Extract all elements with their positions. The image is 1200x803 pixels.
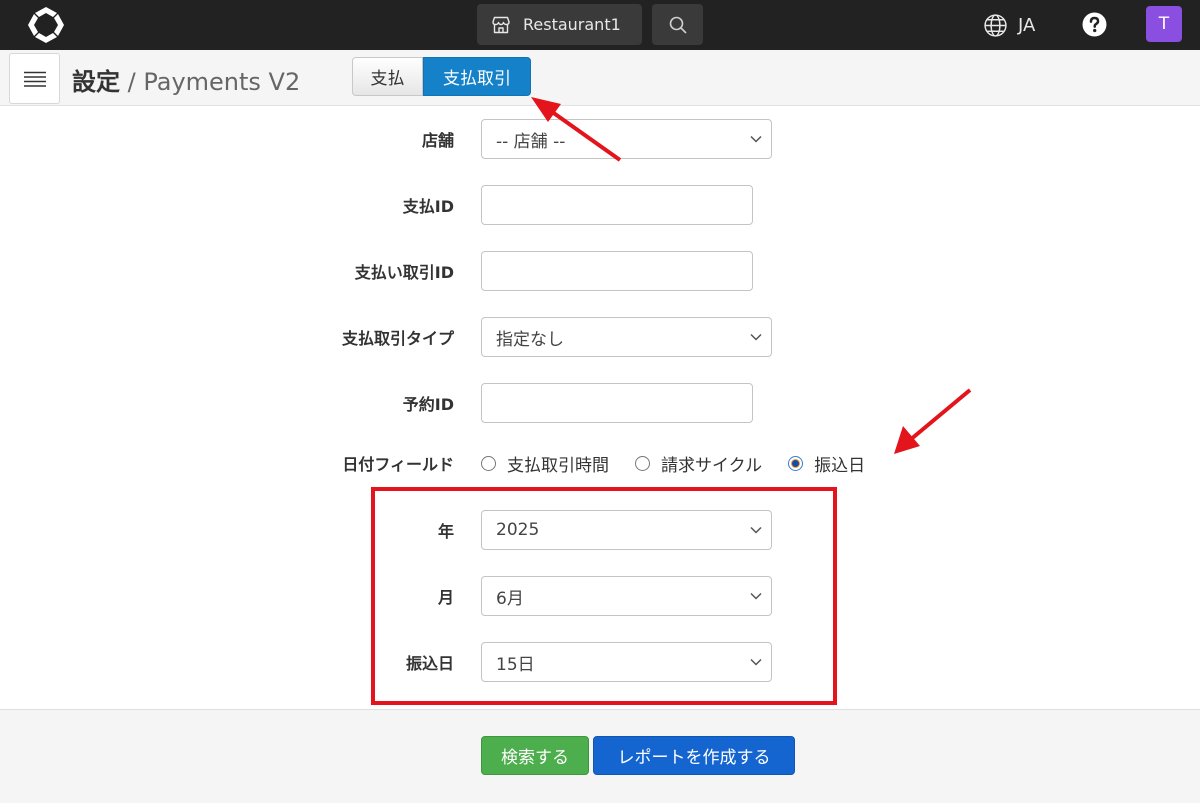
page-tabs: 支払 支払取引 bbox=[352, 57, 531, 96]
annotation-highlight-box bbox=[371, 487, 837, 705]
transaction-type-select[interactable]: 指定なし bbox=[481, 317, 772, 357]
top-navbar: Restaurant1 JA T bbox=[0, 0, 1200, 50]
tab-payments[interactable]: 支払 bbox=[352, 57, 423, 96]
radio-button[interactable] bbox=[635, 455, 650, 471]
search-icon bbox=[669, 16, 687, 34]
radio-billing-cycle[interactable]: 請求サイクル bbox=[635, 451, 762, 476]
language-selector[interactable]: JA bbox=[983, 11, 1035, 39]
search-button[interactable]: 検索する bbox=[481, 736, 589, 775]
page-header: 設定 / Payments V2 支払 支払取引 bbox=[0, 50, 1200, 106]
user-avatar[interactable]: T bbox=[1146, 6, 1182, 42]
date-field-radio-group: 支払取引時間 請求サイクル 振込日 bbox=[481, 443, 891, 483]
chevron-down-icon bbox=[750, 135, 762, 143]
store-selector-button[interactable]: Restaurant1 bbox=[477, 4, 642, 45]
transaction-type-label: 支払取引タイプ bbox=[341, 329, 454, 348]
store-label: 店舗 bbox=[421, 131, 454, 150]
form-footer: 検索する レポートを作成する bbox=[0, 709, 1200, 803]
tab-payment-transactions[interactable]: 支払取引 bbox=[423, 57, 531, 96]
language-code: JA bbox=[1018, 14, 1036, 36]
payment-id-label: 支払ID bbox=[402, 197, 454, 216]
breadcrumb-settings: 設定 bbox=[72, 68, 120, 96]
radio-transaction-time[interactable]: 支払取引時間 bbox=[481, 451, 609, 476]
radio-button[interactable] bbox=[481, 455, 496, 471]
hamburger-menu-icon bbox=[23, 71, 46, 87]
radio-transfer-date[interactable]: 振込日 bbox=[788, 451, 865, 476]
globe-icon bbox=[984, 13, 1007, 37]
global-search-button[interactable] bbox=[652, 4, 703, 45]
chevron-down-icon bbox=[750, 333, 762, 341]
reservation-id-row: 予約ID bbox=[0, 383, 1200, 423]
radio-button-checked[interactable] bbox=[788, 455, 804, 471]
sidebar-toggle-button[interactable] bbox=[9, 53, 60, 104]
reservation-id-label: 予約ID bbox=[402, 395, 454, 414]
date-field-label: 日付フィールド bbox=[342, 455, 454, 474]
page-title: 設定 / Payments V2 bbox=[72, 62, 300, 97]
payment-id-input[interactable] bbox=[481, 185, 753, 225]
transaction-type-value: 指定なし bbox=[496, 329, 564, 350]
payment-transaction-id-input[interactable] bbox=[481, 251, 753, 291]
transaction-type-row: 支払取引タイプ 指定なし bbox=[0, 317, 1200, 357]
breadcrumb-payments-v2: Payments V2 bbox=[143, 68, 301, 96]
radio-billing-cycle-label: 請求サイクル bbox=[661, 455, 763, 476]
reservation-id-input[interactable] bbox=[481, 383, 753, 423]
app-logo-icon[interactable] bbox=[26, 5, 66, 45]
store-name: Restaurant1 bbox=[523, 15, 621, 34]
store-row: 店舗 -- 店舗 -- bbox=[0, 119, 1200, 159]
radio-transaction-time-label: 支払取引時間 bbox=[507, 455, 609, 476]
help-icon[interactable] bbox=[1082, 12, 1107, 37]
breadcrumb-separator: / bbox=[120, 68, 144, 96]
store-select[interactable]: -- 店舗 -- bbox=[481, 119, 772, 159]
payment-id-row: 支払ID bbox=[0, 185, 1200, 225]
store-select-value: -- 店舗 -- bbox=[496, 131, 566, 152]
payment-transaction-id-label: 支払い取引ID bbox=[354, 263, 454, 282]
payment-transaction-id-row: 支払い取引ID bbox=[0, 251, 1200, 291]
date-field-row: 日付フィールド 支払取引時間 請求サイクル 振込日 bbox=[0, 443, 1200, 483]
store-icon bbox=[492, 16, 510, 33]
create-report-button[interactable]: レポートを作成する bbox=[593, 736, 795, 775]
radio-transfer-date-label: 振込日 bbox=[814, 455, 866, 476]
